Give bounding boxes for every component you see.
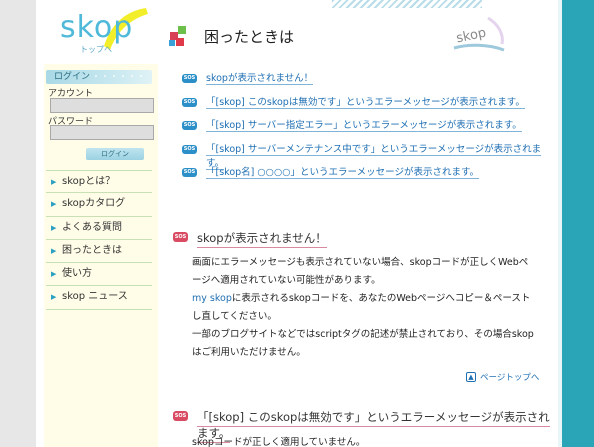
- arrow-right-icon: ▶: [51, 200, 57, 209]
- sidebar-item-label: skopカタログ: [62, 198, 126, 210]
- sidebar-item-label: skop ニュース: [62, 291, 128, 303]
- toc-link[interactable]: SOS skopが表示されません！: [182, 72, 542, 96]
- blocks-icon: [169, 26, 186, 46]
- sos-icon: SOS: [173, 411, 188, 421]
- toc-link-text[interactable]: skopが表示されません！: [206, 73, 314, 85]
- sos-icon: SOS: [182, 168, 197, 177]
- header-stripe: [332, 0, 482, 8]
- toc-link[interactable]: SOS 「[skop] サーバー指定エラー」というエラーメッセージが表示されます。: [182, 119, 542, 143]
- page-left-margin: [0, 0, 36, 447]
- sidebar-item-troubleshooting[interactable]: ▶ 困ったときは: [46, 240, 152, 264]
- section-paragraph: 一部のブログサイトなどではscriptタグの記述が禁止されており、その場合sko…: [192, 329, 534, 358]
- toc-link-text[interactable]: 「[skop] このskopは無効です」というエラーメッセージが表示されます。: [206, 96, 525, 109]
- section-paragraph: skopコードが正しく適用していません。: [192, 437, 366, 447]
- logo-top-link[interactable]: トップへ: [80, 44, 112, 55]
- sidebar-nav: ▶ skopとは？ ▶ skopカタログ ▶ よくある質問 ▶ 困ったときは ▶ 使い方 …: [46, 170, 152, 310]
- arrow-right-icon: ▶: [51, 270, 57, 279]
- arrow-up-icon: ▲: [466, 372, 476, 382]
- page-right-border: [558, 0, 594, 447]
- page-title: 困ったときは: [204, 28, 295, 46]
- login-header: ログイン ・・・・・・: [46, 70, 152, 84]
- sidebar-item-label: 困ったときは: [62, 244, 122, 256]
- sidebar-item-howto[interactable]: ▶ 使い方: [46, 263, 152, 287]
- section-paragraph: 画面にエラーメッセージも表示されていない場合、skopコードが正しくWebページ…: [192, 257, 529, 286]
- sos-icon: SOS: [182, 74, 197, 83]
- sos-icon: SOS: [182, 97, 197, 107]
- logo-text: skop: [60, 10, 134, 45]
- sidebar: ログイン ・・・・・・ アカウント パスワード ログイン ▶ skopとは？ ▶ s…: [44, 64, 158, 447]
- arrow-right-icon: ▶: [51, 223, 57, 232]
- sidebar-item-about[interactable]: ▶ skopとは？: [46, 170, 152, 194]
- section-heading-text: skopが表示されません！: [197, 231, 327, 248]
- page-top-label: ページトップへ: [480, 373, 540, 383]
- section-heading: SOS skopが表示されません！: [173, 230, 327, 248]
- sidebar-item-catalog[interactable]: ▶ skopカタログ: [46, 193, 152, 217]
- section-paragraph: my skopに表示されるskopコードを、あなたのWebページへコピー＆ペース…: [192, 290, 534, 326]
- sidebar-item-label: よくある質問: [62, 221, 122, 233]
- section-body: 画面にエラーメッセージも表示されていない場合、skopコードが正しくWebページ…: [192, 254, 534, 362]
- toc-link[interactable]: SOS 「[skop名] ○○○○」というエラーメッセージが表示されます。: [182, 166, 542, 190]
- login-header-label: ログイン: [54, 72, 91, 82]
- sos-icon: SOS: [182, 144, 197, 154]
- sidebar-item-faq[interactable]: ▶ よくある質問: [46, 217, 152, 240]
- account-input[interactable]: [50, 98, 154, 113]
- password-input[interactable]: [50, 125, 154, 140]
- arrow-right-icon: ▶: [51, 178, 57, 186]
- toc-link[interactable]: SOS 「[skop] このskopは無効です」というエラーメッセージが表示されま…: [182, 96, 542, 120]
- sidebar-item-news[interactable]: ▶ skop ニュース: [46, 286, 152, 310]
- arrow-right-icon: ▶: [51, 293, 57, 302]
- arrow-right-icon: ▶: [51, 246, 57, 255]
- sos-icon: SOS: [173, 232, 188, 242]
- toc-link-text[interactable]: 「[skop名] ○○○○」というエラーメッセージが表示されます。: [206, 167, 480, 179]
- sidebar-item-label: 使い方: [62, 268, 92, 280]
- page-wrapper: skop トップへ 困ったときは skop ログイン ・・・・・・ アカウント …: [36, 0, 558, 447]
- section-paragraph-text: に表示されるskopコードを、あなたのWebページへコピー＆ペーストし直してくだ…: [192, 293, 531, 322]
- login-header-dots: ・・・・・・: [92, 72, 146, 81]
- toc-link[interactable]: SOS 「[skop] サーバーメンテナンス中です」というエラーメッセージが表示さ…: [182, 143, 542, 170]
- faq-toc: SOS skopが表示されません！ SOS 「[skop] このskopは無効です」…: [182, 72, 542, 190]
- sidebar-item-label: skopとは？: [62, 176, 116, 187]
- login-button[interactable]: ログイン: [86, 148, 144, 160]
- skop-brand-mark: skop: [453, 16, 505, 52]
- my-skop-link[interactable]: my skop: [192, 293, 232, 304]
- sos-icon: SOS: [182, 121, 197, 130]
- site-logo[interactable]: skop トップへ: [54, 6, 148, 58]
- page-top-link[interactable]: ▲ ページトップへ: [466, 371, 539, 383]
- brand-mark-text: skop: [455, 25, 488, 46]
- toc-link-text[interactable]: 「[skop] サーバー指定エラー」というエラーメッセージが表示されます。: [206, 120, 522, 132]
